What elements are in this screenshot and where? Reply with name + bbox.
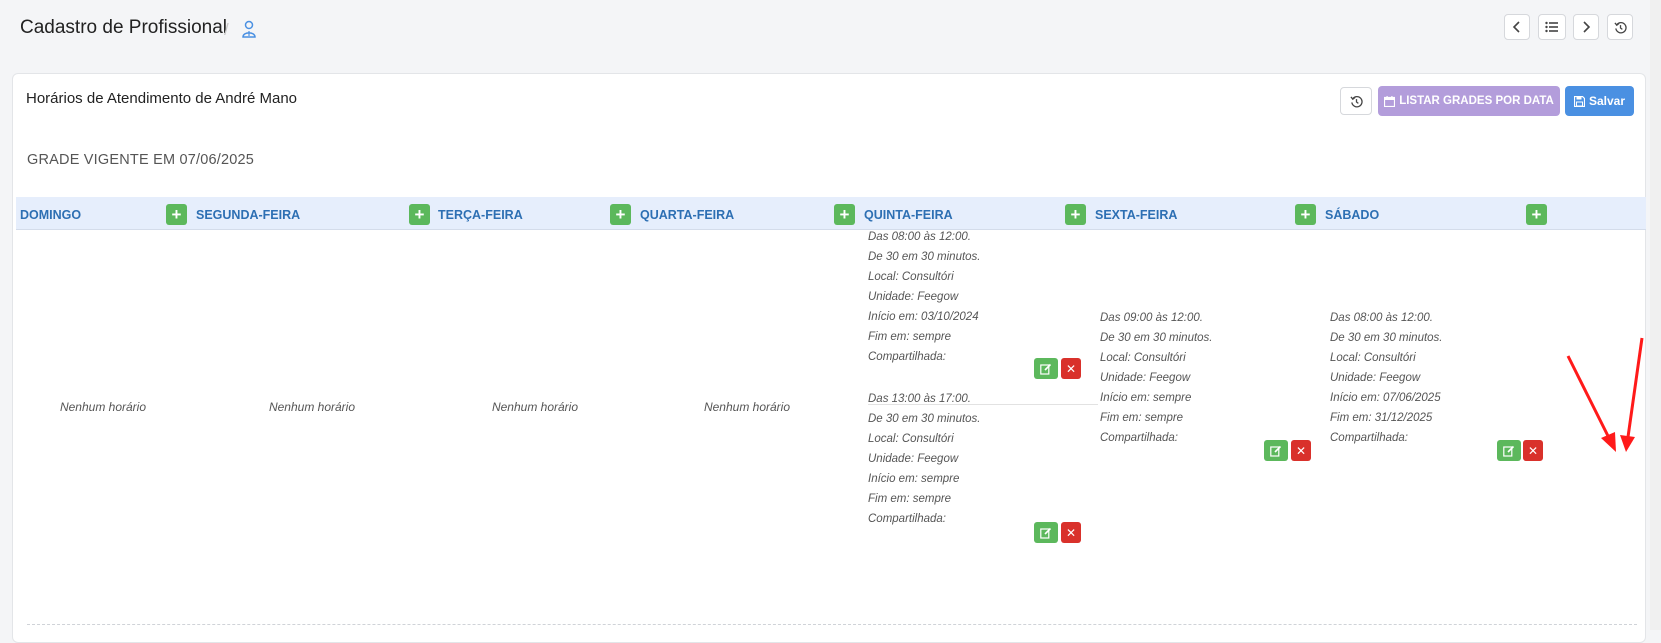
schedule-slot: Das 13:00 às 17:00. De 30 em 30 minutos.… <box>868 389 981 529</box>
slot-interval: De 30 em 30 minutos. <box>868 413 981 425</box>
empty-quarta: Nenhum horário <box>703 400 791 414</box>
plus-icon: + <box>1070 205 1081 224</box>
day-label-quarta: QUARTA-FEIRA <box>640 208 735 222</box>
save-label: Salvar <box>1588 94 1626 108</box>
top-bar: Cadastro de Profissional / <box>0 0 1661 70</box>
slot-location: Local: Consultóri <box>868 271 954 283</box>
edit-icon <box>1040 363 1052 375</box>
slot-interval: De 30 em 30 minutos. <box>868 251 981 263</box>
slot-start: Início em: 03/10/2024 <box>868 311 979 323</box>
slot-shared: Compartilhada: <box>1100 432 1178 444</box>
calendar-icon <box>1384 95 1396 107</box>
edit-slot-button[interactable] <box>1497 440 1521 461</box>
slot-interval: De 30 em 30 minutos. <box>1330 332 1443 344</box>
next-button[interactable] <box>1573 14 1599 40</box>
user-icon[interactable] <box>241 20 257 38</box>
edit-slot-button[interactable] <box>1034 522 1058 543</box>
panel-title: Horários de Atendimento de André Mano <box>26 90 298 107</box>
add-quarta-button[interactable]: + <box>834 204 855 225</box>
save-button[interactable]: Salvar <box>1565 86 1634 116</box>
history-button[interactable] <box>1340 87 1372 115</box>
day-label-segunda: SEGUNDA-FEIRA <box>196 208 301 222</box>
close-icon: ✕ <box>1065 361 1077 376</box>
slot-unit: Unidade: Feegow <box>868 291 959 303</box>
add-terca-button[interactable]: + <box>610 204 631 225</box>
history-button[interactable] <box>1607 14 1633 40</box>
slot-start: Início em: sempre <box>1100 392 1192 404</box>
slot-end: Fim em: 31/12/2025 <box>1330 412 1433 424</box>
day-label-sexta: SEXTA-FEIRA <box>1095 208 1178 222</box>
edit-icon <box>1270 445 1282 457</box>
empty-terca: Nenhum horário <box>491 400 579 414</box>
slot-location: Local: Consultóri <box>1100 352 1186 364</box>
day-label-quinta: QUINTA-FEIRA <box>864 208 953 222</box>
plus-icon: + <box>615 205 626 224</box>
history-icon <box>1613 21 1627 33</box>
delete-slot-button[interactable]: ✕ <box>1523 440 1543 461</box>
slot-end: Fim em: sempre <box>1100 412 1184 424</box>
edit-icon <box>1040 527 1052 539</box>
slot-shared: Compartilhada: <box>868 351 946 363</box>
slot-location: Local: Consultóri <box>868 433 954 445</box>
plus-icon: + <box>414 205 425 224</box>
slot-time: Das 08:00 às 12:00. <box>1330 312 1433 324</box>
close-icon: ✕ <box>1295 443 1307 458</box>
edit-slot-button[interactable] <box>1264 440 1288 461</box>
chevron-right-icon <box>1583 21 1591 33</box>
list-grades-label: LISTAR GRADES POR DATA <box>1399 95 1554 107</box>
delete-slot-button[interactable]: ✕ <box>1061 358 1081 379</box>
plus-icon: + <box>839 205 850 224</box>
empty-domingo: Nenhum horário <box>59 400 147 414</box>
day-label-terca: TERÇA-FEIRA <box>438 208 523 222</box>
add-segunda-button[interactable]: + <box>409 204 430 225</box>
slot-interval: De 30 em 30 minutos. <box>1100 332 1213 344</box>
list-view-button[interactable] <box>1538 14 1566 40</box>
schedule-slot: Das 09:00 às 12:00. De 30 em 30 minutos.… <box>1100 308 1213 448</box>
day-label-sabado: SÁBADO <box>1325 208 1380 222</box>
chevron-left-icon <box>1512 21 1520 33</box>
add-sexta-button[interactable]: + <box>1295 204 1316 225</box>
slot-end: Fim em: sempre <box>868 493 952 505</box>
edit-slot-button[interactable] <box>1034 358 1058 379</box>
day-label-domingo: DOMINGO <box>20 208 82 222</box>
slot-unit: Unidade: Feegow <box>868 453 959 465</box>
add-quinta-button[interactable]: + <box>1065 204 1086 225</box>
page-title: Cadastro de Profissional <box>20 17 227 38</box>
slot-shared: Compartilhada: <box>1330 432 1408 444</box>
list-grades-by-date-button[interactable]: LISTAR GRADES POR DATA <box>1378 86 1560 116</box>
empty-segunda: Nenhum horário <box>268 400 356 414</box>
list-icon <box>1545 21 1558 33</box>
plus-icon: + <box>171 205 182 224</box>
previous-button[interactable] <box>1504 14 1530 40</box>
divider <box>27 624 1637 625</box>
slot-time: Das 13:00 às 17:00. <box>868 393 971 405</box>
schedule-slot: Das 08:00 às 12:00. De 30 em 30 minutos.… <box>1330 308 1443 448</box>
slot-unit: Unidade: Feegow <box>1100 372 1191 384</box>
schedule-panel: Horários de Atendimento de André Mano LI… <box>12 73 1646 643</box>
slot-time: Das 09:00 às 12:00. <box>1100 312 1203 324</box>
slot-unit: Unidade: Feegow <box>1330 372 1421 384</box>
history-icon <box>1349 95 1363 107</box>
slot-shared: Compartilhada: <box>868 513 946 525</box>
close-icon: ✕ <box>1527 443 1539 458</box>
slot-end: Fim em: sempre <box>868 331 952 343</box>
slot-start: Início em: 07/06/2025 <box>1330 392 1441 404</box>
delete-slot-button[interactable]: ✕ <box>1061 522 1081 543</box>
plus-icon: + <box>1300 205 1311 224</box>
save-icon <box>1573 95 1585 107</box>
schedule-slot: Das 08:00 às 12:00. De 30 em 30 minutos.… <box>868 227 981 367</box>
edit-icon <box>1503 445 1515 457</box>
add-sabado-button[interactable]: + <box>1526 204 1547 225</box>
delete-slot-button[interactable]: ✕ <box>1291 440 1311 461</box>
scrollbar[interactable] <box>1650 0 1661 630</box>
plus-icon: + <box>1531 205 1542 224</box>
slot-start: Início em: sempre <box>868 473 960 485</box>
close-icon: ✕ <box>1065 525 1077 540</box>
grade-title: GRADE VIGENTE EM 07/06/2025 <box>27 152 255 168</box>
add-domingo-button[interactable]: + <box>166 204 187 225</box>
slot-time: Das 08:00 às 12:00. <box>868 231 971 243</box>
breadcrumb-separator: / <box>224 20 229 39</box>
slot-location: Local: Consultóri <box>1330 352 1416 364</box>
